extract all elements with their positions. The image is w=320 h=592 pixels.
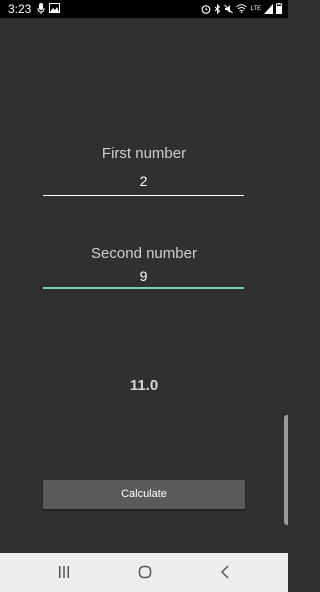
image-icon <box>49 3 60 14</box>
home-icon[interactable] <box>138 565 152 584</box>
app-screen: 3:23 LTE First number 2 Second number 9 … <box>0 0 288 592</box>
navigation-bar <box>0 553 288 592</box>
result-text: 11.0 <box>129 377 159 394</box>
first-number-input[interactable]: 2 <box>43 173 244 189</box>
mute-icon <box>224 4 234 14</box>
signal-icon <box>264 3 273 14</box>
edge-panel-handle[interactable] <box>284 415 288 525</box>
recent-apps-icon[interactable] <box>58 565 70 584</box>
back-icon[interactable] <box>220 565 230 584</box>
alarm-icon <box>201 4 211 14</box>
status-bar: 3:23 LTE <box>0 0 288 18</box>
status-time: 3:23 <box>8 2 32 16</box>
battery-icon <box>276 3 282 14</box>
second-number-input[interactable]: 9 <box>43 268 244 284</box>
second-number-underline <box>43 287 244 289</box>
bluetooth-icon <box>214 3 221 14</box>
first-number-label: First number <box>101 145 187 162</box>
wifi-icon <box>236 4 248 13</box>
first-number-underline <box>43 195 244 196</box>
calculate-button[interactable]: Calculate <box>43 480 245 509</box>
microphone-icon <box>37 3 45 14</box>
second-number-label: Second number <box>91 245 197 262</box>
network-type: LTE <box>250 5 261 12</box>
